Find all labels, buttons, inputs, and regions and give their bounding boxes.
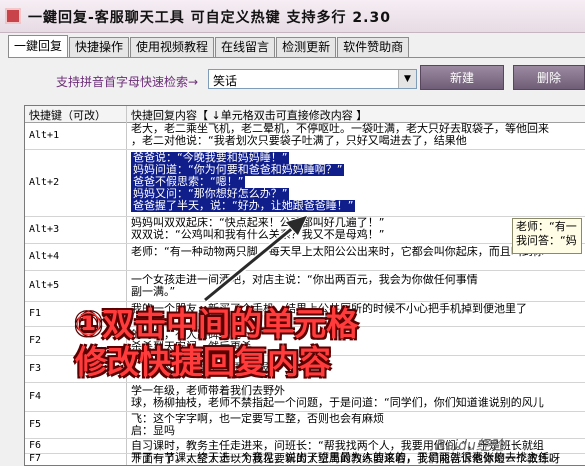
hotkey-cell: Alt+2 xyxy=(29,177,60,188)
reply-cell-selected[interactable]: 爸爸说：“今晚我要和妈妈睡！” 妈妈问道：“你为何要和爸爸和妈妈睡啊？” 爸爸不… xyxy=(131,152,585,212)
table-row[interactable]: Alt+1 老大，老二乘坐飞机，老二晕机，不停呕吐。一袋吐满，老大只好去取袋子，… xyxy=(25,123,585,150)
reply-line: 一个女孩走进一间酒吧，对店主说：“你出两百元，我会为你做任何事情 xyxy=(131,274,478,286)
reply-cell[interactable]: 下面有了。太空人士以为我在要新的大空局的教练要来看，我们能告诉他你是一个教练呀 xyxy=(131,453,585,465)
hotkey-cell: Alt+5 xyxy=(29,280,60,291)
search-label: 支持拼音首字母快速检索→ xyxy=(56,75,199,89)
search-value: 笑话 xyxy=(213,74,238,88)
tab-quick-ops[interactable]: 快捷操作 xyxy=(69,37,130,57)
header-hotkey: 快捷键（可改） xyxy=(29,109,106,122)
reply-line: 副一满。” xyxy=(131,285,176,298)
table-row[interactable]: Alt+5 一个女孩走进一间酒吧，对店主说：“你出两百元，我会为你做任何事情 副… xyxy=(25,271,585,302)
new-button[interactable]: 新建 xyxy=(420,65,504,90)
grid-header: 快捷键（可改） 快捷回复内容【 ↓单元格双击可直接修改内容 】 xyxy=(25,106,585,123)
main-panel: 支持拼音首字母快速检索→ 笑话 ▼ 新建 删除 快捷键（可改） 快捷回复内容【 … xyxy=(8,57,585,466)
annotation-line: 修改快捷回复内容 xyxy=(75,343,332,381)
hotkey-cell: F6 xyxy=(29,440,42,451)
hotkey-cell: F4 xyxy=(29,391,42,402)
annotation-text: ①双击中间的单元格 修改快捷回复内容 xyxy=(75,305,455,381)
reply-line: 飞：这个字字啊，也一定要写工整，否则也会有麻烦 xyxy=(131,413,384,425)
table-row[interactable]: Alt+3 妈妈叫双双起床：“快点起来！公鸡都叫好几遍了！” 双双说：“公鸡叫和… xyxy=(25,217,585,244)
reply-cell[interactable]: 学一年级，老师带着我们去野外 球，杨柳抽枝，老师不禁指起一个问题，于是问道：“同… xyxy=(131,385,585,409)
hotkey-cell: Alt+1 xyxy=(29,130,60,141)
tab-sponsors[interactable]: 软件赞助商 xyxy=(337,37,410,57)
reply-cell[interactable]: 老大，老二乘坐飞机，老二晕机，不停呕吐。一袋吐满，老大只好去取袋子，等他回来 ，… xyxy=(131,123,585,147)
hotkey-cell: F2 xyxy=(29,335,42,346)
reply-line: 下面有了。太空人士以为我在要新的大空局的教练要来看，我们能告诉他你是一个教练呀 xyxy=(131,453,560,465)
tab-one-key-reply[interactable]: 一鍵回复 xyxy=(8,35,69,57)
reply-line: ，老二对他说：“我者划次只要袋子吐满了，只好又喝进去了，结果他 xyxy=(131,134,467,147)
hotkey-cell: F7 xyxy=(29,453,42,464)
tooltip-line: 我问答：“妈 xyxy=(516,234,577,247)
tab-online-message[interactable]: 在线留言 xyxy=(215,37,276,57)
tooltip-line: 老师：“有一 xyxy=(516,220,577,233)
table-row[interactable]: Alt+4 老师：“有一种动物两只脚，每天早上太阳公公出来时，它都会叫你起床，而… xyxy=(25,244,585,271)
reply-line: 球，杨柳抽枝，老师不禁指起一个问题，于是问道：“同学们，你们知道谁说别的风儿 xyxy=(131,396,544,409)
hotkey-cell: F1 xyxy=(29,308,42,319)
window-title: 一鍵回复-客服聊天工具 可自定义热键 支持多行 2.30 xyxy=(28,10,391,26)
reply-cell[interactable]: 一个女孩走进一间酒吧，对店主说：“你出两百元，我会为你做任何事情 副一满。” xyxy=(131,274,585,298)
chevron-down-icon[interactable]: ▼ xyxy=(398,70,416,88)
annotation-line: ①双击中间的单元格 xyxy=(75,305,359,343)
title-bar: 一鍵回复-客服聊天工具 可自定义热键 支持多行 2.30 xyxy=(0,0,585,33)
app-icon xyxy=(5,8,21,24)
hotkey-cell: F5 xyxy=(29,419,42,430)
reply-cell[interactable]: 飞：这个字字啊，也一定要写工整，否则也会有麻烦 启：显吗 xyxy=(131,413,585,437)
header-content: 快捷回复内容【 ↓单元格双击可直接修改内容 】 xyxy=(131,109,368,122)
hotkey-cell: Alt+3 xyxy=(29,224,60,235)
reply-grid: 快捷键（可改） 快捷回复内容【 ↓单元格双击可直接修改内容 】 Alt+1 老大… xyxy=(24,105,585,466)
search-select[interactable]: 笑话 ▼ xyxy=(208,69,417,89)
watermark: Baidu经验 xyxy=(436,438,504,454)
tab-check-update[interactable]: 检测更新 xyxy=(276,37,337,57)
reply-line: 爸爸握了半天，说：“好办，让她跟爸爸睡！” xyxy=(131,199,356,212)
tab-strip: 一鍵回复 快捷操作 使用视频教程 在线留言 检测更新 软件赞助商 xyxy=(8,35,410,57)
table-row[interactable]: F4 学一年级，老师带着我们去野外 球，杨柳抽枝，老师不禁指起一个问题，于是问道… xyxy=(25,383,585,412)
reply-line: 启：显吗 xyxy=(131,424,175,437)
tab-video-tutorial[interactable]: 使用视频教程 xyxy=(130,37,215,57)
hotkey-cell: Alt+4 xyxy=(29,251,60,262)
hotkey-cell: F3 xyxy=(29,363,42,374)
cell-tooltip: 老师：“有一 我问答：“妈 xyxy=(512,218,582,254)
table-row[interactable]: Alt+2 爸爸说：“今晚我要和妈妈睡！” 妈妈问道：“你为何要和爸爸和妈妈睡啊… xyxy=(25,150,585,217)
delete-button[interactable]: 删除 xyxy=(513,65,585,90)
